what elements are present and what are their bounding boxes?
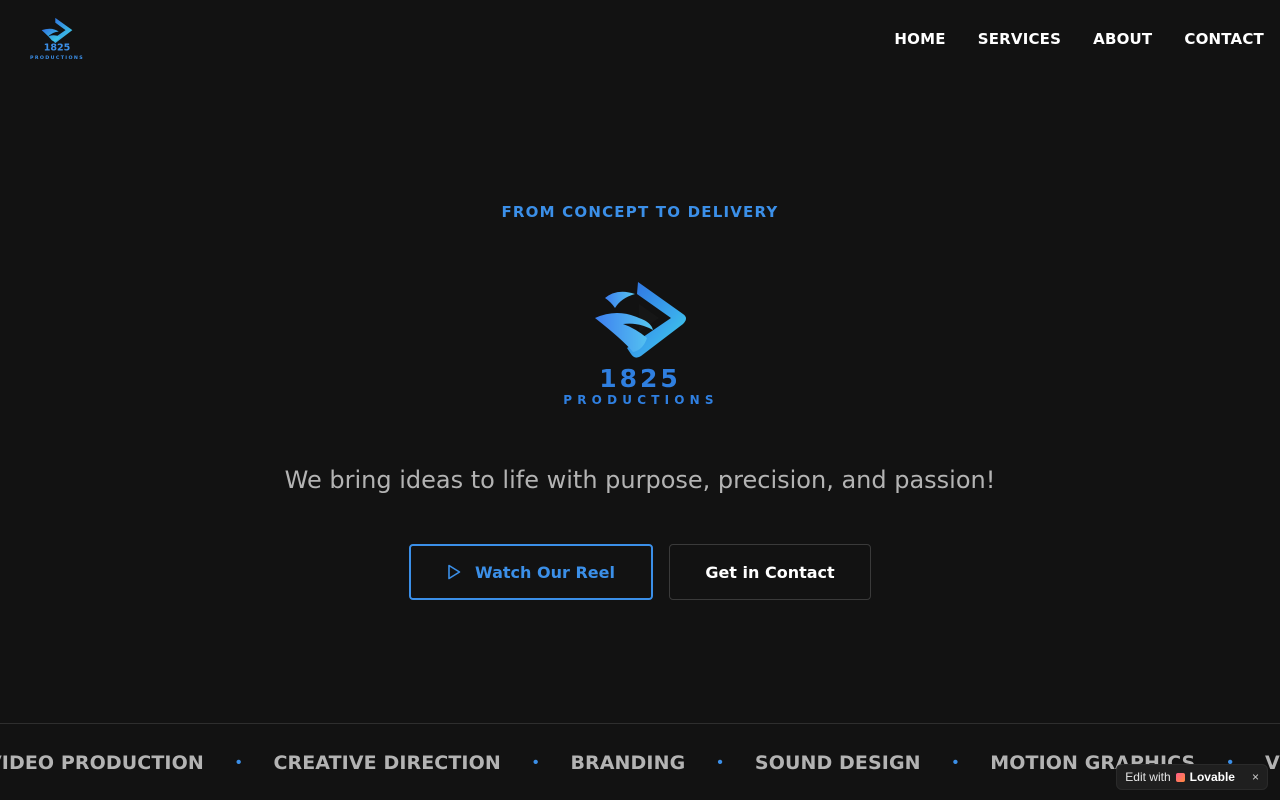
play-icon: [447, 564, 461, 580]
nav-services[interactable]: SERVICES: [978, 30, 1061, 48]
hero-logo: 1825 PRODUCTIONS: [555, 278, 725, 410]
ticker-item: BRANDING: [570, 752, 686, 774]
ticker-track: VIDEO PRODUCTION • CREATIVE DIRECTION • …: [0, 752, 1280, 774]
svg-text:1825: 1825: [44, 43, 71, 54]
edit-with-lovable-badge[interactable]: Edit with Lovable ×: [1116, 764, 1268, 790]
main-nav: HOME SERVICES ABOUT CONTACT: [894, 30, 1264, 48]
nav-contact[interactable]: CONTACT: [1184, 30, 1264, 48]
header-logo[interactable]: 1825 PRODUCTIONS: [28, 15, 86, 63]
ticker-separator: •: [952, 754, 959, 771]
badge-prefix: Edit with: [1125, 770, 1171, 784]
close-icon[interactable]: ×: [1252, 770, 1259, 784]
logo-mark-icon: 1825 PRODUCTIONS: [30, 17, 84, 61]
nav-about[interactable]: ABOUT: [1093, 30, 1152, 48]
page: 1825 PRODUCTIONS HOME SERVICES ABOUT CON…: [0, 0, 1280, 800]
watch-reel-button[interactable]: Watch Our Reel: [409, 544, 653, 600]
nav-home[interactable]: HOME: [894, 30, 945, 48]
svg-text:1825: 1825: [599, 364, 681, 393]
lovable-heart-icon: [1175, 772, 1185, 782]
watch-reel-label: Watch Our Reel: [475, 562, 615, 582]
hero-subheading: We bring ideas to life with purpose, pre…: [284, 466, 996, 494]
ticker-item: CREATIVE DIRECTION: [273, 752, 501, 774]
ticker-separator: •: [532, 754, 539, 771]
site-header: 1825 PRODUCTIONS HOME SERVICES ABOUT CON…: [0, 0, 1280, 80]
hero-tagline: FROM CONCEPT TO DELIVERY: [501, 203, 779, 221]
services-ticker: VIDEO PRODUCTION • CREATIVE DIRECTION • …: [0, 723, 1280, 800]
ticker-item: VIDEO PRODUCTION: [0, 752, 204, 774]
logo-mark-icon: 1825 PRODUCTIONS: [563, 282, 719, 407]
svg-text:PRODUCTIONS: PRODUCTIONS: [30, 55, 84, 61]
ticker-item: SOUND DESIGN: [754, 752, 921, 774]
ticker-separator: •: [717, 754, 723, 771]
ticker-separator: •: [235, 754, 242, 771]
get-in-contact-label: Get in Contact: [705, 562, 835, 582]
get-in-contact-button[interactable]: Get in Contact: [669, 544, 871, 600]
svg-text:PRODUCTIONS: PRODUCTIONS: [563, 393, 719, 407]
badge-brand: Lovable: [1189, 770, 1235, 784]
